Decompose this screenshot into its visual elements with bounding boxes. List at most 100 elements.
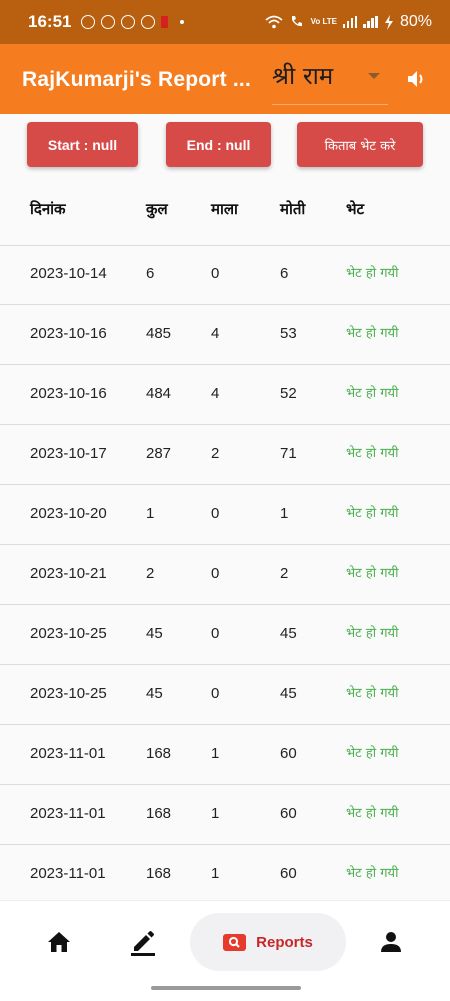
nav-home[interactable] — [36, 913, 82, 971]
volte-label: Vo LTE — [310, 17, 337, 26]
mala-cell: 4 — [211, 325, 220, 342]
nav-edit[interactable] — [120, 913, 166, 971]
wifi-call-icon — [291, 16, 302, 27]
status-cell: भेट हो गयी — [346, 506, 399, 521]
date-cell: 2023-10-20 — [30, 505, 107, 522]
gesture-bar — [151, 986, 301, 990]
nav-profile[interactable] — [368, 913, 414, 971]
end-date-button[interactable]: End : null — [166, 122, 271, 167]
dropdown-value: श्री राम — [272, 62, 334, 90]
date-cell: 2023-10-17 — [30, 445, 107, 462]
search-icon — [223, 933, 247, 951]
mala-cell: 1 — [211, 805, 220, 822]
status-right: Vo LTE 80% — [265, 13, 432, 31]
table-row: 2023-10-25 45 0 45 भेट हो गयी — [0, 605, 450, 665]
nav-reports[interactable]: Reports — [190, 913, 346, 971]
person-icon — [381, 932, 401, 952]
app-bar: RajKumarji's Report ... श्री राम — [0, 44, 450, 114]
header-date: दिनांक — [30, 200, 66, 218]
table-row: 2023-10-21 2 0 2 भेट हो गयी — [0, 545, 450, 605]
volume-icon[interactable] — [406, 69, 428, 89]
moti-cell: 60 — [280, 805, 297, 822]
status-left: 16:51 — [28, 12, 185, 32]
table-row: 2023-11-01 168 1 60 भेट हो गयी — [0, 785, 450, 845]
total-cell: 45 — [146, 625, 163, 642]
total-cell: 168 — [146, 865, 172, 882]
gift-book-button[interactable]: किताब भेट करे — [297, 122, 423, 167]
mala-cell: 1 — [211, 865, 220, 882]
total-cell: 6 — [146, 265, 155, 282]
clock: 16:51 — [28, 12, 72, 31]
date-cell: 2023-10-25 — [30, 625, 107, 642]
date-cell: 2023-10-25 — [30, 685, 107, 702]
date-cell: 2023-10-14 — [30, 265, 107, 282]
date-cell: 2023-10-16 — [30, 385, 107, 402]
status-cell: भेट हो गयी — [346, 566, 399, 581]
header-mala: माला — [211, 200, 238, 218]
moti-cell: 2 — [280, 565, 289, 582]
moti-cell: 45 — [280, 625, 297, 642]
header-total: कुल — [146, 200, 168, 218]
total-cell: 45 — [146, 685, 163, 702]
date-cell: 2023-11-01 — [30, 805, 106, 822]
total-cell: 2 — [146, 565, 155, 582]
wifi-icon — [265, 15, 283, 29]
mala-cell: 0 — [211, 685, 220, 702]
mala-cell: 0 — [211, 265, 220, 282]
table-row: 2023-10-16 485 4 53 भेट हो गयी — [0, 305, 450, 365]
deity-dropdown[interactable]: श्री राम — [272, 56, 388, 105]
moti-cell: 60 — [280, 865, 297, 882]
table-row: 2023-10-14 6 0 6 भेट हो गयी — [0, 245, 450, 305]
date-cell: 2023-10-21 — [30, 565, 107, 582]
nav-reports-label: Reports — [256, 933, 313, 951]
mala-cell: 0 — [211, 625, 220, 642]
moti-cell: 52 — [280, 385, 297, 402]
status-cell: भेट हो गयी — [346, 386, 399, 401]
total-cell: 484 — [146, 385, 172, 402]
edit-icon — [131, 931, 155, 956]
total-cell: 1 — [146, 505, 155, 522]
header-moti: मोती — [280, 200, 306, 218]
mala-cell: 2 — [211, 445, 220, 462]
table-row: 2023-10-17 287 2 71 भेट हो गयी — [0, 425, 450, 485]
whatsapp-icon — [81, 15, 96, 29]
start-date-button[interactable]: Start : null — [27, 122, 138, 167]
status-cell: भेट हो गयी — [346, 626, 399, 641]
charging-icon — [384, 14, 393, 30]
mala-cell: 0 — [211, 565, 220, 582]
moti-cell: 45 — [280, 685, 297, 702]
date-cell: 2023-11-01 — [30, 865, 106, 882]
b-app-icon — [121, 15, 136, 29]
app-notification-icon — [161, 16, 169, 28]
moti-cell: 1 — [280, 505, 289, 522]
message-icon — [141, 15, 156, 29]
table-row: 2023-11-01 168 1 60 भेट हो गयी — [0, 725, 450, 785]
home-icon — [48, 932, 70, 952]
more-notifications-icon — [180, 20, 185, 24]
total-cell: 287 — [146, 445, 172, 462]
date-cell: 2023-11-01 — [30, 745, 106, 762]
moti-cell: 6 — [280, 265, 289, 282]
chat-icon — [101, 15, 116, 29]
mala-cell: 0 — [211, 505, 220, 522]
signal-2-icon — [363, 16, 378, 28]
mala-cell: 1 — [211, 745, 220, 762]
status-cell: भेट हो गयी — [346, 686, 399, 701]
status-cell: भेट हो गयी — [346, 806, 399, 821]
table-row: 2023-11-01 168 1 60 भेट हो गयी — [0, 845, 450, 905]
status-cell: भेट हो गयी — [346, 746, 399, 761]
table-row: 2023-10-20 1 0 1 भेट हो गयी — [0, 485, 450, 545]
report-table: 2023-10-14 6 0 6 भेट हो गयी 2023-10-16 485 4 53 भ… — [0, 245, 450, 905]
moti-cell: 71 — [280, 445, 297, 462]
table-header: दिनांक कुल माला मोती भेट — [0, 185, 450, 246]
date-cell: 2023-10-16 — [30, 325, 107, 342]
table-row: 2023-10-25 45 0 45 भेट हो गयी — [0, 665, 450, 725]
signal-icon — [342, 16, 358, 28]
table-row: 2023-10-16 484 4 52 भेट हो गयी — [0, 365, 450, 425]
total-cell: 168 — [146, 805, 172, 822]
chevron-down-icon — [368, 73, 380, 79]
status-bar: 16:51 Vo LTE 80% — [0, 0, 450, 44]
status-cell: भेट हो गयी — [346, 446, 399, 461]
header-bhet: भेट — [346, 200, 365, 218]
status-cell: भेट हो गयी — [346, 326, 399, 341]
